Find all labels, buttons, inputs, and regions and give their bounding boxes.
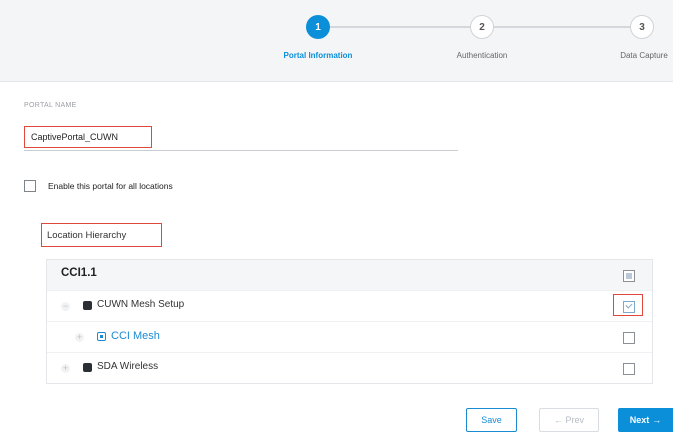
tree-node-checkbox[interactable]	[623, 301, 635, 313]
tree-row-sda-wireless: + SDA Wireless	[47, 353, 652, 384]
wizard-progress: 1 Portal Information 2 Authentication 3 …	[0, 0, 673, 82]
enable-all-locations-label[interactable]: Enable this portal for all locations	[48, 181, 173, 191]
tree-node-checkbox[interactable]	[623, 363, 635, 375]
wizard-connector	[494, 26, 630, 28]
wizard-step-1-label[interactable]: Portal Information	[284, 51, 353, 60]
floor-icon	[97, 332, 106, 341]
arrow-right-icon: →	[652, 415, 662, 425]
wizard-step-3-label[interactable]: Data Capture	[620, 51, 668, 60]
prev-button[interactable]: ← Prev	[539, 408, 599, 432]
tree-row-cuwn-mesh-setup: − CUWN Mesh Setup	[47, 291, 652, 322]
next-button[interactable]: Next →	[618, 408, 673, 432]
wizard-step-1-indicator[interactable]: 1	[306, 15, 330, 39]
tree-node-label[interactable]: SDA Wireless	[97, 361, 158, 372]
tree-node-label[interactable]: CUWN Mesh Setup	[97, 299, 184, 310]
wizard-step-2-label[interactable]: Authentication	[457, 51, 508, 60]
tree-node-label[interactable]: CCI1.1	[61, 267, 97, 279]
location-hierarchy-heading: Location Hierarchy	[41, 223, 162, 247]
location-tree: CCI1.1 − CUWN Mesh Setup + CCI Mesh + SD…	[46, 259, 653, 384]
tree-row-cci-mesh: + CCI Mesh	[47, 322, 652, 353]
tree-row-root: CCI1.1	[47, 260, 652, 291]
enable-all-locations-row: Enable this portal for all locations	[24, 180, 173, 192]
portal-name-input[interactable]	[24, 126, 152, 148]
next-button-label: Next	[629, 415, 650, 425]
save-button[interactable]: Save	[466, 408, 517, 432]
wizard-connector	[330, 26, 470, 28]
wizard-step-3-indicator[interactable]: 3	[630, 15, 654, 39]
collapse-icon[interactable]: −	[61, 302, 70, 311]
enable-all-locations-checkbox[interactable]	[24, 180, 36, 192]
tree-node-checkbox[interactable]	[623, 270, 635, 282]
building-icon	[83, 301, 92, 310]
portal-name-underline	[24, 150, 458, 151]
tree-node-checkbox[interactable]	[623, 332, 635, 344]
expand-icon[interactable]: +	[61, 364, 70, 373]
wizard-step-2-indicator[interactable]: 2	[470, 15, 494, 39]
portal-name-label: PORTAL NAME	[24, 102, 77, 109]
expand-icon[interactable]: +	[75, 333, 84, 342]
building-icon	[83, 363, 92, 372]
tree-node-link[interactable]: CCI Mesh	[111, 330, 160, 342]
